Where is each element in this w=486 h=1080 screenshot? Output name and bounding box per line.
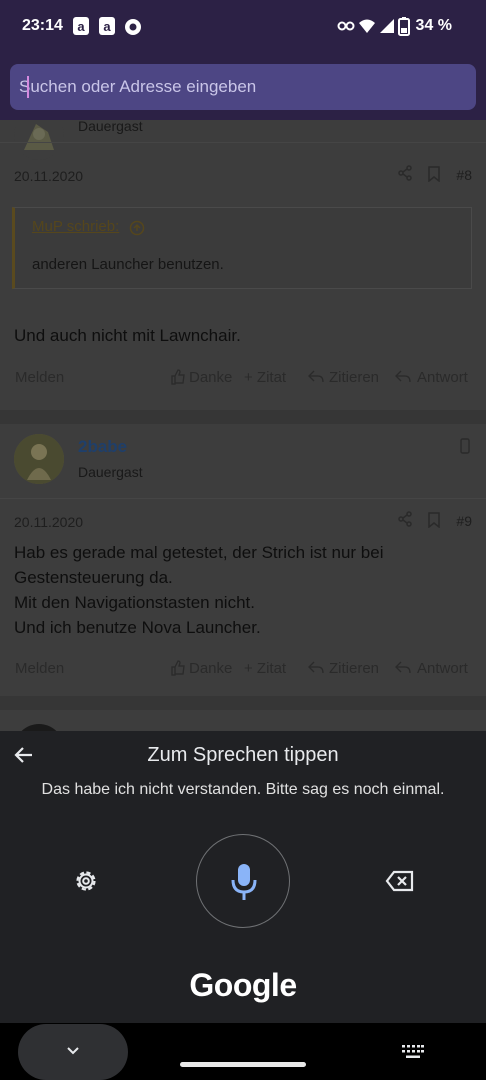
- voice-input-panel: Zum Sprechen tippen Das habe ich nicht v…: [0, 731, 486, 1023]
- report-button[interactable]: Melden: [15, 369, 64, 386]
- post-actions: Melden Danke + Zitat Zitieren Antwort: [0, 366, 486, 390]
- user-role: Dauergast: [78, 120, 143, 134]
- voice-title[interactable]: Zum Sprechen tippen: [0, 744, 486, 767]
- cite-button[interactable]: Zitieren: [329, 660, 379, 677]
- avatar[interactable]: [14, 434, 64, 484]
- user-role: Dauergast: [78, 464, 143, 480]
- avatar[interactable]: [14, 724, 64, 731]
- thanks-button[interactable]: Danke: [189, 660, 232, 677]
- home-gesture-handle[interactable]: [180, 1062, 306, 1067]
- hide-keyboard-button[interactable]: [18, 1024, 128, 1080]
- quote-plus-button[interactable]: + Zitat: [244, 660, 286, 677]
- voice-message: Das habe ich nicht verstanden. Bitte sag…: [41, 781, 445, 798]
- status-time: 23:14: [22, 17, 63, 34]
- firefox-icon: [125, 19, 141, 35]
- expand-quote-icon[interactable]: [129, 220, 145, 236]
- thanks-button[interactable]: Danke: [189, 369, 232, 386]
- keyboard-icon[interactable]: [402, 1045, 424, 1059]
- status-bar: 23:14 a a 34 %: [0, 0, 486, 52]
- browser-top-bar: 23:14 a a 34 %: [0, 0, 486, 120]
- post-line: Gestensteuerung da.: [14, 568, 173, 587]
- svg-text:a: a: [103, 19, 111, 34]
- svg-text:a: a: [77, 19, 85, 34]
- username[interactable]: 2babe: [78, 437, 127, 457]
- forum-post: dabistduja Dauergast 20.11.2020 #8 MuP s…: [0, 120, 486, 410]
- post-actions: Melden Danke + Zitat Zitieren Antwort: [0, 657, 486, 681]
- settings-gear-icon[interactable]: [72, 867, 100, 895]
- post-date: 20.11.2020: [14, 514, 84, 530]
- navigation-bar: [0, 1023, 486, 1080]
- avatar[interactable]: [14, 120, 64, 160]
- battery-icon: [398, 17, 410, 36]
- battery-percent: 34 %: [415, 17, 452, 34]
- forum-post: 2babe Dauergast 20.11.2020 #9 Hab es ger…: [0, 424, 486, 696]
- bookmark-icon[interactable]: [426, 166, 442, 182]
- cell-signal-icon: [380, 19, 394, 33]
- quote-block: MuP schrieb: anderen Launcher benutzen.: [12, 207, 472, 289]
- reply-icon[interactable]: [395, 661, 411, 675]
- quote-plus-button[interactable]: + Zitat: [244, 369, 286, 386]
- cite-icon[interactable]: [308, 661, 324, 675]
- post-date: 20.11.2020: [14, 168, 84, 184]
- report-button[interactable]: Melden: [15, 660, 64, 677]
- reply-button[interactable]: Antwort: [417, 660, 468, 677]
- vpn-key-icon: [337, 21, 355, 31]
- text-cursor: [27, 76, 29, 98]
- reply-button[interactable]: Antwort: [417, 369, 468, 386]
- post-line: Und ich benutze Nova Launcher.: [14, 618, 261, 637]
- bookmark-icon[interactable]: [426, 512, 442, 528]
- forum-page: dabistduja Dauergast 20.11.2020 #8 MuP s…: [0, 120, 486, 731]
- wifi-icon: [359, 19, 375, 33]
- share-icon[interactable]: [397, 511, 413, 527]
- google-logo: Google: [189, 967, 297, 1003]
- like-icon[interactable]: [170, 660, 186, 676]
- post-number[interactable]: #9: [456, 513, 472, 529]
- post-number[interactable]: #8: [456, 167, 472, 183]
- mic-button[interactable]: [196, 834, 290, 928]
- address-bar[interactable]: [10, 64, 476, 110]
- post-line: Und auch nicht mit Lawnchair.: [14, 326, 241, 345]
- like-icon[interactable]: [170, 369, 186, 385]
- reply-icon[interactable]: [395, 370, 411, 384]
- post-body: Und auch nicht mit Lawnchair.: [14, 323, 474, 348]
- address-input[interactable]: [19, 64, 469, 110]
- amazon-app-icon: a: [73, 17, 89, 35]
- post-separator: [0, 696, 486, 710]
- quote-header[interactable]: MuP schrieb:: [32, 218, 119, 235]
- amazon-app-icon-2: a: [99, 17, 115, 35]
- post-divider: [0, 142, 486, 143]
- backspace-icon[interactable]: [385, 869, 415, 893]
- quote-text: anderen Launcher benutzen.: [32, 256, 224, 273]
- post-separator: [0, 410, 486, 424]
- post-divider: [0, 498, 486, 499]
- device-icon: [460, 438, 470, 454]
- microphone-icon: [231, 864, 257, 900]
- forum-post-partial: [0, 710, 486, 731]
- chevron-down-icon: [67, 1047, 79, 1055]
- cite-button[interactable]: Zitieren: [329, 369, 379, 386]
- share-icon[interactable]: [397, 165, 413, 181]
- post-line: Mit den Navigationstasten nicht.: [14, 593, 255, 612]
- post-body: Hab es gerade mal getestet, der Strich i…: [14, 540, 474, 640]
- post-line: Hab es gerade mal getestet, der Strich i…: [14, 543, 384, 562]
- cite-icon[interactable]: [308, 370, 324, 384]
